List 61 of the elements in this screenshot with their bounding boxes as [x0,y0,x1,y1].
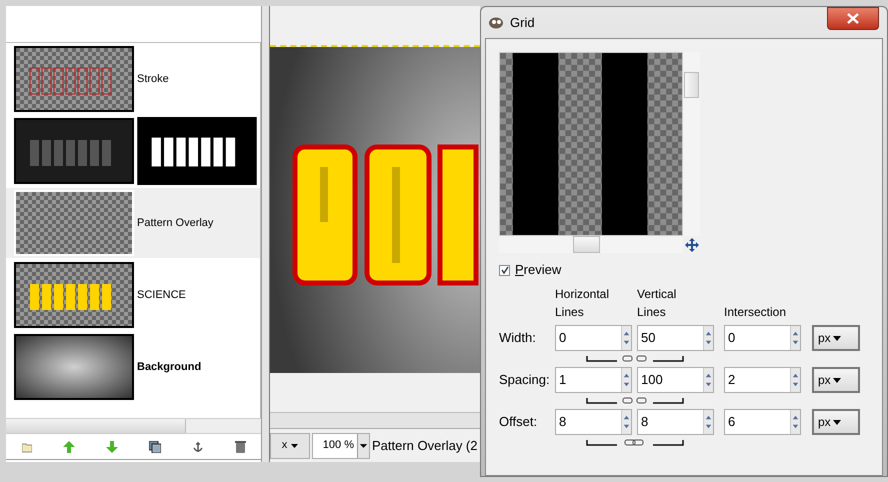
app-icon [488,16,504,29]
number-field[interactable]: 8 [637,409,714,435]
row-label: Offset: [499,413,538,432]
status-message: Pattern Overlay (2 [372,436,478,455]
column-header: Horizontal Lines [555,286,610,321]
close-button[interactable] [827,7,879,30]
chain-linked-icon[interactable] [585,438,685,447]
column-header: Intersection [724,304,786,321]
spin-arrows-icon [621,368,631,392]
number-field[interactable]: 50 [637,325,714,351]
preview-label: Preview [515,261,562,280]
number-field[interactable]: 2 [724,367,801,393]
spin-arrows-icon [790,326,800,350]
unit-dropdown[interactable]: px [812,325,860,351]
spin-arrows-icon [703,326,713,350]
number-field[interactable]: 8 [555,409,632,435]
arrow-up-icon[interactable] [62,440,74,452]
caret-icon [291,444,298,448]
spin-arrows-icon [621,410,631,434]
horizontal-scrollbar[interactable] [270,413,480,429]
unit-dropdown[interactable]: px [812,367,860,393]
spin-arrows-icon [621,326,631,350]
arrow-down-icon[interactable] [106,440,118,452]
caret-icon [832,378,841,382]
unit-dropdown[interactable]: x [270,432,310,458]
folder-icon[interactable] [22,440,32,452]
row-label: Spacing: [499,371,551,390]
zoom-field[interactable]: 100 % [312,432,370,458]
layer-name: SCIENCE [137,288,186,303]
horizontal-scrollbar[interactable] [499,236,683,253]
layer-row[interactable]: Pattern Overlay [6,188,260,258]
window-title: Grid [510,14,535,32]
column-header: Vertical Lines [637,286,678,321]
caret-icon [832,420,841,424]
caret-icon [832,336,841,340]
chain-broken-icon[interactable] [585,354,685,363]
close-icon [847,13,859,24]
anchor-icon[interactable] [192,440,204,452]
spin-arrows-icon [703,368,713,392]
spin-arrows-icon [790,368,800,392]
number-field[interactable]: 1 [555,367,632,393]
number-field[interactable]: 6 [724,409,801,435]
spin-arrows-icon [703,410,713,434]
trash-icon[interactable] [234,440,246,452]
layer-name: Pattern Overlay [137,216,214,231]
spin-arrows-icon [790,410,800,434]
chain-broken-icon[interactable] [585,396,685,405]
number-field[interactable]: 0 [555,325,632,351]
unit-dropdown[interactable]: px [812,409,860,435]
layer-name: Stroke [137,72,169,87]
duplicate-icon[interactable] [148,440,160,452]
horizontal-scrollbar[interactable] [6,418,261,434]
layer-name: Background [137,360,202,375]
number-field[interactable]: 100 [637,367,714,393]
caret-icon [357,434,369,458]
move-icon[interactable] [685,238,699,252]
check-icon [500,266,508,274]
number-field[interactable]: 0 [724,325,801,351]
preview-checkbox[interactable] [499,264,510,276]
vertical-scrollbar[interactable] [683,52,700,236]
row-label: Width: [499,329,537,348]
